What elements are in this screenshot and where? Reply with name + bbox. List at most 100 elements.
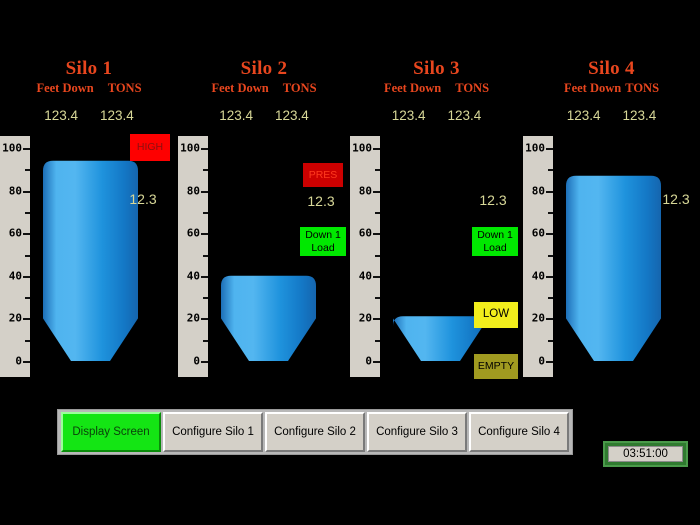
tons-value: 123.4: [100, 108, 134, 123]
scale-tick-label: 100: [352, 141, 372, 155]
silo-subheader: Feet Down TONS: [178, 81, 350, 96]
nav-button-configure-silo-3[interactable]: Configure Silo 3: [367, 412, 467, 452]
silo-vessel-3: [387, 136, 498, 377]
silo-title: Silo 2: [240, 58, 288, 79]
silo-group-2: Silo 2 Feet Down TONS 123.4 123.4 0 20 40 6…: [178, 0, 350, 390]
scale-tick-label: 20: [186, 311, 200, 325]
nav-button-label: Configure Silo 2: [274, 426, 356, 438]
silo-fill-graphic: [566, 175, 661, 361]
feet-down-label: Feet Down: [211, 81, 269, 95]
scale-tick-minor: [548, 169, 553, 172]
scale-tick-major: [201, 361, 208, 363]
scale-tick-minor: [25, 339, 30, 342]
scale-tick-major: [546, 361, 553, 363]
scale-tick-label: 40: [531, 269, 545, 283]
silo-group-3: Silo 3 Feet Down TONS 123.4 123.4 0 20 40 6…: [350, 0, 523, 390]
scale-tick-label: 80: [358, 184, 372, 198]
silo-side-value: 12.3: [129, 191, 157, 207]
scale-tick-label: 100: [525, 141, 545, 155]
scale-tick-minor: [203, 169, 208, 172]
nav-button-label: Configure Silo 1: [172, 426, 254, 438]
status-badge-low: LOW: [474, 302, 518, 328]
scale-tick-major: [373, 148, 380, 150]
level-scale-2: 0 20 40 60 80 100: [178, 136, 208, 377]
scale-tick-minor: [548, 211, 553, 214]
scale-tick-major: [23, 318, 30, 321]
scale-tick-label: 0: [15, 354, 22, 368]
scale-tick-major: [373, 318, 380, 321]
silo-subheader: Feet Down TONS: [523, 81, 700, 96]
feet-down-value: 123.4: [219, 108, 253, 123]
nav-button-label: Display Screen: [72, 426, 150, 438]
nav-button-label: Configure Silo 4: [478, 426, 560, 438]
scale-tick-label: 60: [8, 226, 22, 240]
feet-down-value: 123.4: [44, 108, 78, 123]
scale-tick-label: 60: [186, 226, 200, 240]
nav-button-label: Configure Silo 3: [376, 426, 458, 438]
scale-tick-minor: [375, 339, 380, 342]
scale-tick-major: [546, 275, 553, 278]
silo-vessel-4: [560, 136, 671, 377]
scale-tick-major: [23, 190, 30, 193]
scale-tick-major: [373, 275, 380, 278]
scale-tick-major: [23, 361, 30, 363]
scale-tick-label: 40: [358, 269, 372, 283]
nav-button-display-screen[interactable]: Display Screen: [61, 412, 161, 452]
scale-tick-major: [546, 233, 553, 236]
silo-title: Silo 1: [65, 58, 113, 79]
feet-down-label: Feet Down: [36, 81, 94, 95]
scale-tick-minor: [548, 254, 553, 257]
scale-tick-label: 80: [186, 184, 200, 198]
silo-subheader: Feet Down TONS: [0, 81, 178, 96]
clock-display: 03:51:00: [608, 446, 683, 462]
scale-tick-major: [23, 233, 30, 236]
silo-readouts: 123.4 123.4: [178, 108, 350, 123]
level-scale-4: 0 20 40 60 80 100: [523, 136, 553, 377]
status-badge-empty: EMPTY: [474, 354, 518, 379]
nav-button-configure-silo-4[interactable]: Configure Silo 4: [469, 412, 569, 452]
scale-tick-major: [201, 190, 208, 193]
silo-monitor-screen: Silo 1 Feet Down TONS 123.4 123.4 0 20 40 6…: [0, 0, 700, 525]
nav-button-configure-silo-2[interactable]: Configure Silo 2: [265, 412, 365, 452]
scale-tick-minor: [548, 339, 553, 342]
scale-tick-minor: [375, 169, 380, 172]
silo-fill-graphic: [43, 160, 138, 361]
scale-tick-minor: [203, 211, 208, 214]
feet-down-label: Feet Down: [383, 81, 442, 95]
silo-side-value: 12.3: [479, 192, 507, 208]
silo-vessel-1: [37, 136, 148, 377]
feet-down-label: Feet Down: [563, 81, 622, 95]
scale-tick-minor: [203, 254, 208, 257]
scale-tick-minor: [25, 254, 30, 257]
scale-tick-label: 40: [8, 269, 22, 283]
navigation-button-bar: Display Screen Configure Silo 1 Configure …: [57, 409, 573, 455]
feet-down-value: 123.4: [391, 108, 426, 123]
scale-tick-label: 60: [358, 226, 372, 240]
scale-tick-major: [201, 318, 208, 321]
level-scale-1: 0 20 40 60 80 100: [0, 136, 30, 377]
scale-tick-label: 80: [8, 184, 22, 198]
scale-tick-label: 0: [193, 354, 200, 368]
silo-subheader: Feet Down TONS: [350, 81, 523, 96]
scale-tick-minor: [203, 297, 208, 300]
scale-tick-minor: [203, 339, 208, 342]
silo-title: Silo 3: [413, 58, 460, 79]
clock-bezel: 03:51:00: [603, 441, 688, 467]
scale-tick-major: [546, 190, 553, 193]
scale-tick-label: 60: [531, 226, 545, 240]
silo-fill-graphic: [393, 316, 488, 361]
scale-tick-minor: [375, 297, 380, 300]
feet-down-value: 123.4: [566, 108, 601, 123]
tons-value: 123.4: [275, 108, 309, 123]
tons-value: 123.4: [622, 108, 657, 123]
nav-button-configure-silo-1[interactable]: Configure Silo 1: [163, 412, 263, 452]
tons-label: TONS: [625, 81, 660, 95]
scale-tick-major: [201, 233, 208, 236]
scale-tick-label: 20: [531, 311, 545, 325]
silo-side-value: 12.3: [662, 191, 690, 207]
scale-tick-minor: [375, 211, 380, 214]
scale-tick-label: 20: [358, 311, 372, 325]
scale-tick-label: 100: [180, 141, 200, 155]
status-badge-high: HIGH: [130, 134, 170, 161]
status-badge-down-load: Down 1 Load: [300, 227, 346, 256]
